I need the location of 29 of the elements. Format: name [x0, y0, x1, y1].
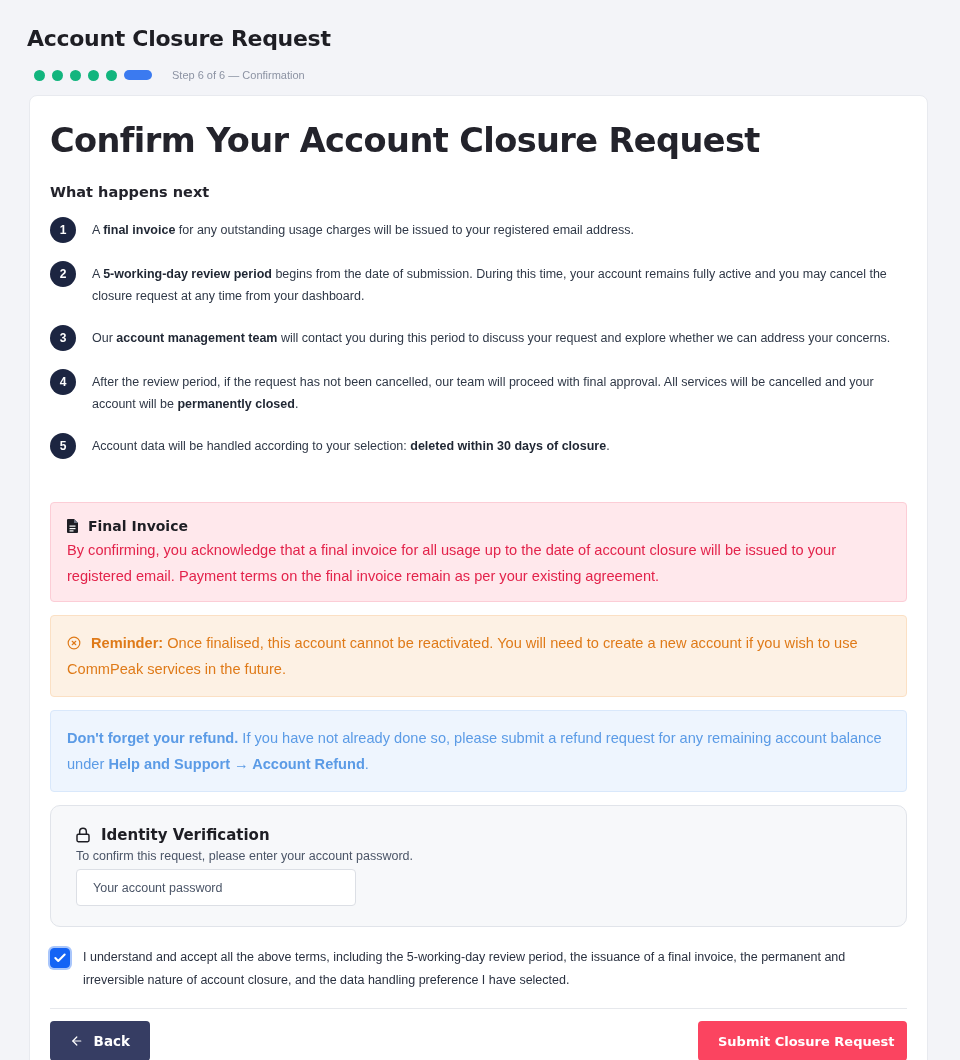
step-number: 3 [50, 325, 76, 351]
section-heading: What happens next [50, 183, 211, 202]
step-text: Account data will be handled according to your selection: deleted within 30 days of closure. [92, 438, 610, 455]
lock-icon [75, 827, 91, 843]
arrow-left-icon [70, 1033, 84, 1049]
notice-text: Reminder: Once finalised, this account cannot be reactivated. You will need to create a new account if you wish to use CommPeak services in the future. [67, 634, 859, 679]
card-heading: Confirm Your Account Closure Request [50, 120, 761, 162]
consent-text: I understand and accept all the above terms, including the 5-working-day review period, the issuance of a final invoice, the permanent and irreversible nature of account closure, and the data handling preference I have selected. [83, 949, 847, 989]
x-circle-icon [67, 636, 81, 650]
consent-checkbox[interactable] [50, 948, 70, 968]
password-field[interactable]: Your account password [76, 869, 356, 906]
document-icon [67, 519, 78, 533]
step-text: After the review period, if the request has not been cancelled, our team will proceed with final approval. All services will be cancelled and your account will be permanently closed. [92, 374, 875, 413]
page-title: Account Closure Request [27, 25, 332, 53]
step-label: Step 6 of 6 — Confirmation [172, 69, 305, 81]
step-number: 2 [50, 261, 76, 287]
verification-title: Identity Verification [101, 826, 270, 844]
verification-hint: To confirm this request, please enter your account password. [76, 848, 414, 865]
step-text: A 5-working-day review period begins from the date of submission. During this time, your account remains fully active and you may cancel the closure request at any time from your dashboard. [92, 266, 888, 305]
step-text: A final invoice for any outstanding usage charges will be issued to your registered email address. [92, 222, 634, 239]
back-button[interactable]: Back [50, 1021, 150, 1060]
notice-text: By confirming, you acknowledge that a final invoice for all usage up to the date of account closure will be issued to your registered email. Payment terms on the final invoice remain as per your existing agreement. [67, 541, 838, 586]
notice-text: Don't forget your refund. If you have not already done so, please submit a refund request for any remaining account balance under Help and Support → Account Refund. [67, 729, 883, 774]
step-number: 1 [50, 217, 76, 243]
notice-title: Final Invoice [88, 518, 188, 534]
step-number: 4 [50, 369, 76, 395]
step-number: 5 [50, 433, 76, 459]
check-icon [53, 951, 67, 965]
step-text: Our account management team will contact you during this period to discuss your request and explore whether we can address your concerns. [92, 330, 891, 347]
